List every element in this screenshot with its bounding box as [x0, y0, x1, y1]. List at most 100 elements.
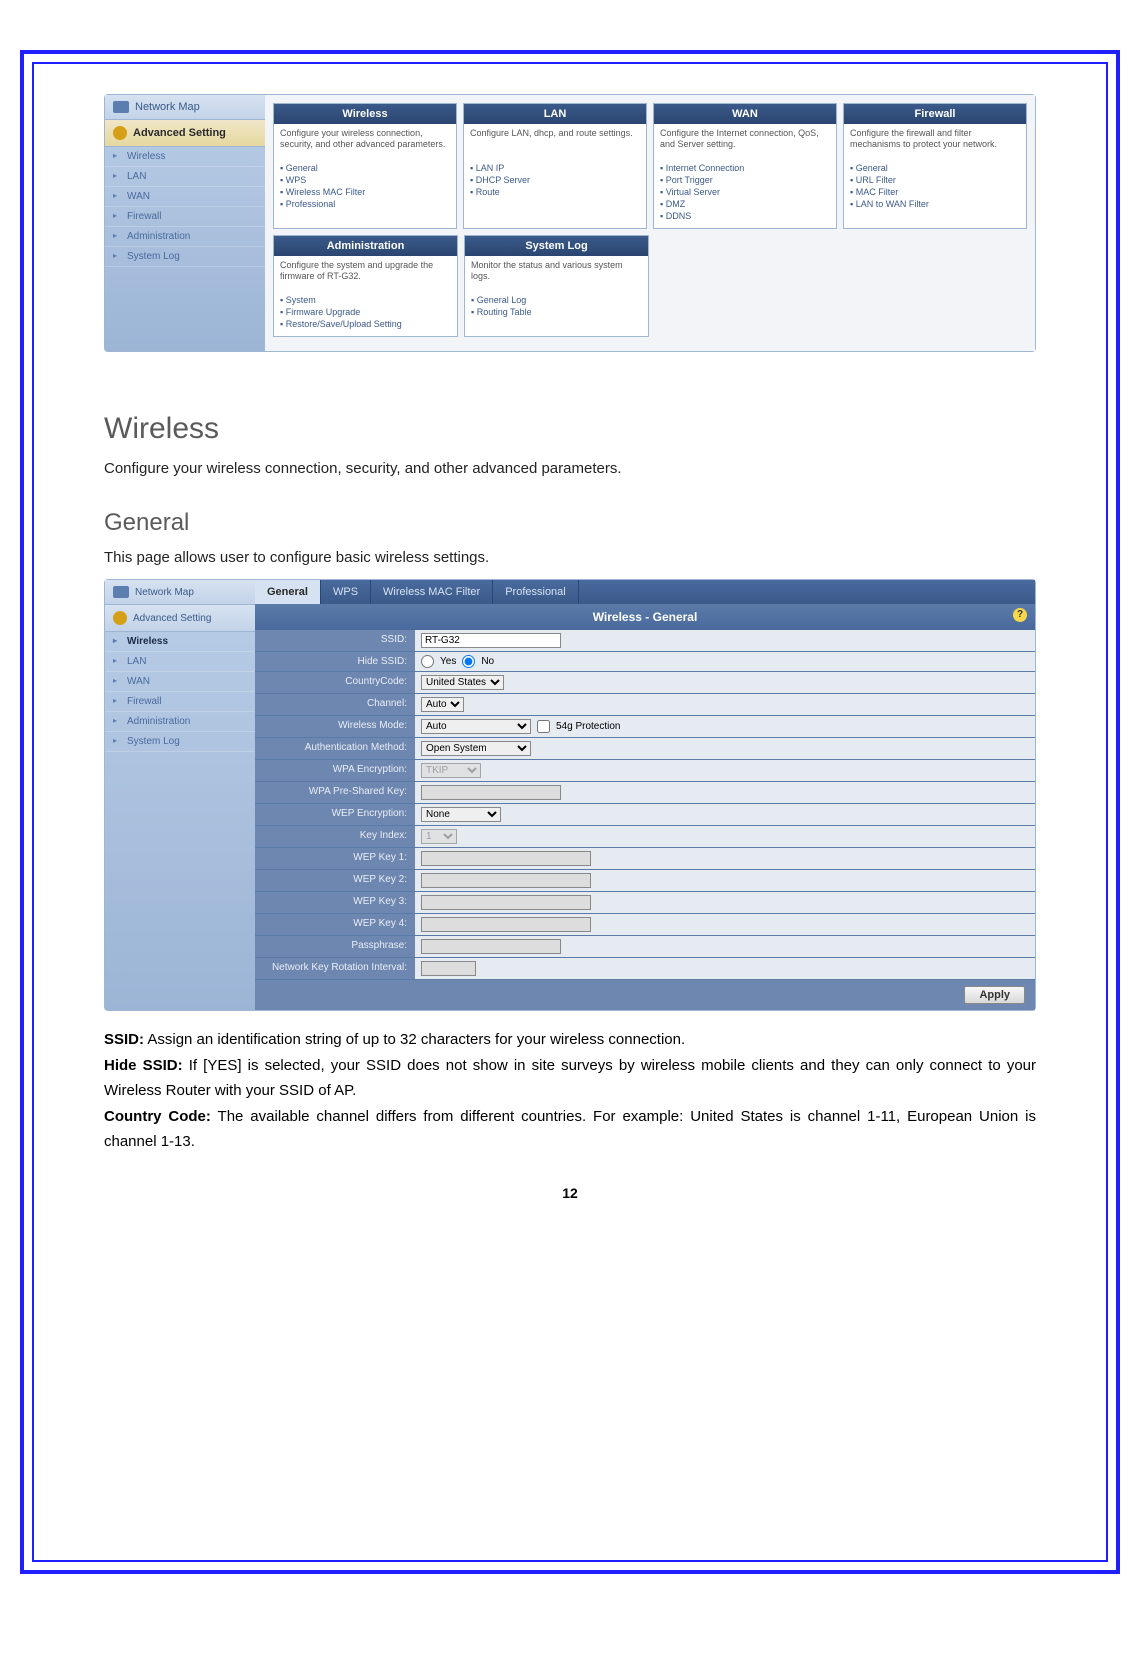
sidebar-item-administration[interactable]: Administration — [105, 712, 255, 732]
category-link[interactable]: URL Filter — [850, 174, 1020, 186]
wep-key-1-input — [421, 851, 591, 866]
category-title: Firewall — [844, 104, 1026, 124]
wpa-encryption-select: TKIP — [421, 763, 481, 778]
category-link[interactable]: LAN to WAN Filter — [850, 198, 1020, 210]
wep-encryption-select[interactable]: None — [421, 807, 501, 822]
category-link[interactable]: Professional — [280, 198, 450, 210]
category-link[interactable]: Route — [470, 186, 640, 198]
panel-title: Wireless - General ? — [255, 604, 1035, 630]
sidebar-item-wan[interactable]: WAN — [105, 187, 265, 207]
category-links: GeneralURL FilterMAC FilterLAN to WAN Fi… — [844, 160, 1026, 216]
country-code-desc-text: The available channel differs from diffe… — [104, 1108, 1036, 1151]
sidebar-network-map[interactable]: Network Map — [105, 95, 265, 120]
category-description: Configure the system and upgrade the fir… — [274, 256, 457, 292]
country-code-select[interactable]: United States — [421, 675, 504, 690]
sidebar-item-firewall[interactable]: Firewall — [105, 692, 255, 712]
54g-protection-checkbox[interactable] — [537, 720, 550, 733]
apply-button[interactable]: Apply — [964, 986, 1025, 1004]
sidebar-item-system-log[interactable]: System Log — [105, 247, 265, 267]
category-link[interactable]: MAC Filter — [850, 186, 1020, 198]
sidebar-label: Advanced Setting — [133, 127, 226, 139]
channel-select[interactable]: Auto — [421, 697, 464, 712]
field-descriptions: SSID: Assign an identification string of… — [104, 1027, 1036, 1155]
category-link[interactable]: Routing Table — [471, 306, 642, 318]
tab-wps[interactable]: WPS — [321, 580, 371, 604]
category-card: FirewallConfigure the firewall and filte… — [843, 103, 1027, 229]
sidebar-advanced-setting[interactable]: Advanced Setting — [105, 120, 265, 147]
general-heading: General — [104, 509, 1036, 537]
category-title: LAN — [464, 104, 646, 124]
tab-wireless-mac-filter[interactable]: Wireless MAC Filter — [371, 580, 493, 604]
category-link[interactable]: Restore/Save/Upload Setting — [280, 318, 451, 330]
category-link[interactable]: Virtual Server — [660, 186, 830, 198]
sidebar-item-firewall[interactable]: Firewall — [105, 207, 265, 227]
ssid-input[interactable] — [421, 633, 561, 648]
category-link[interactable]: WPS — [280, 174, 450, 186]
category-link[interactable]: DMZ — [660, 198, 830, 210]
category-link[interactable]: System — [280, 294, 451, 306]
category-description: Configure LAN, dhcp, and route settings. — [464, 124, 646, 160]
category-link[interactable]: DDNS — [660, 210, 830, 222]
category-links: GeneralWPSWireless MAC FilterProfessiona… — [274, 160, 456, 216]
category-description: Configure the firewall and filter mechan… — [844, 124, 1026, 160]
hide-ssid-desc-label: Hide SSID: — [104, 1057, 183, 1074]
hide-ssid-label: Hide SSID: — [255, 652, 415, 671]
category-card: WirelessConfigure your wireless connecti… — [273, 103, 457, 229]
category-link[interactable]: Port Trigger — [660, 174, 830, 186]
network-map-icon — [113, 101, 129, 113]
wireless-description: Configure your wireless connection, secu… — [104, 458, 1036, 481]
ssid-desc-text: Assign an identification string of up to… — [144, 1031, 685, 1048]
wpa-encryption-label: WPA Encryption: — [255, 760, 415, 781]
category-link[interactable]: General Log — [471, 294, 642, 306]
sidebar-item-administration[interactable]: Administration — [105, 227, 265, 247]
category-description: Monitor the status and various system lo… — [465, 256, 648, 292]
sidebar-item-lan[interactable]: LAN — [105, 167, 265, 187]
auth-method-select[interactable]: Open System — [421, 741, 531, 756]
sidebar-item-wireless[interactable]: Wireless — [105, 632, 255, 652]
passphrase-label: Passphrase: — [255, 936, 415, 957]
help-icon[interactable]: ? — [1013, 608, 1027, 622]
hide-ssid-yes-radio[interactable] — [421, 655, 434, 668]
category-card: AdministrationConfigure the system and u… — [273, 235, 458, 337]
page-number: 12 — [104, 1185, 1036, 1201]
category-title: System Log — [465, 236, 648, 256]
category-link[interactable]: Internet Connection — [660, 162, 830, 174]
tab-general[interactable]: General — [255, 580, 321, 604]
yes-label: Yes — [440, 656, 456, 667]
category-grid: WirelessConfigure your wireless connecti… — [265, 95, 1035, 351]
category-title: WAN — [654, 104, 836, 124]
category-link[interactable]: General — [850, 162, 1020, 174]
tab-professional[interactable]: Professional — [493, 580, 579, 604]
channel-label: Channel: — [255, 694, 415, 715]
category-link[interactable]: DHCP Server — [470, 174, 640, 186]
hide-ssid-no-radio[interactable] — [462, 655, 475, 668]
category-link[interactable]: LAN IP — [470, 162, 640, 174]
wep-key-4-input — [421, 917, 591, 932]
sidebar-item-system-log[interactable]: System Log — [105, 732, 255, 752]
wep-key-2-input — [421, 873, 591, 888]
wpa-psk-input — [421, 785, 561, 800]
category-link[interactable]: General — [280, 162, 450, 174]
sidebar-network-map[interactable]: Network Map — [105, 580, 255, 605]
sidebar-advanced-setting[interactable]: Advanced Setting — [105, 605, 255, 632]
tab-bar: General WPS Wireless MAC Filter Professi… — [255, 580, 1035, 604]
category-link[interactable]: Wireless MAC Filter — [280, 186, 450, 198]
category-link[interactable]: Firmware Upgrade — [280, 306, 451, 318]
sidebar-item-lan[interactable]: LAN — [105, 652, 255, 672]
category-card: LANConfigure LAN, dhcp, and route settin… — [463, 103, 647, 229]
hide-ssid-radio-group: Yes No — [421, 655, 494, 668]
category-links: SystemFirmware UpgradeRestore/Save/Uploa… — [274, 292, 457, 336]
wireless-mode-select[interactable]: Auto — [421, 719, 531, 734]
wpa-psk-label: WPA Pre-Shared Key: — [255, 782, 415, 803]
no-label: No — [481, 656, 494, 667]
wep-key-2-label: WEP Key 2: — [255, 870, 415, 891]
sidebar-label: Network Map — [135, 101, 200, 113]
hide-ssid-desc-text: If [YES] is selected, your SSID does not… — [104, 1057, 1036, 1100]
country-code-desc-label: Country Code: — [104, 1108, 211, 1125]
advanced-setting-icon — [113, 126, 127, 140]
rotation-interval-label: Network Key Rotation Interval: — [255, 958, 415, 979]
wep-key-3-input — [421, 895, 591, 910]
category-links: General LogRouting Table — [465, 292, 648, 324]
sidebar-item-wan[interactable]: WAN — [105, 672, 255, 692]
sidebar-item-wireless[interactable]: Wireless — [105, 147, 265, 167]
